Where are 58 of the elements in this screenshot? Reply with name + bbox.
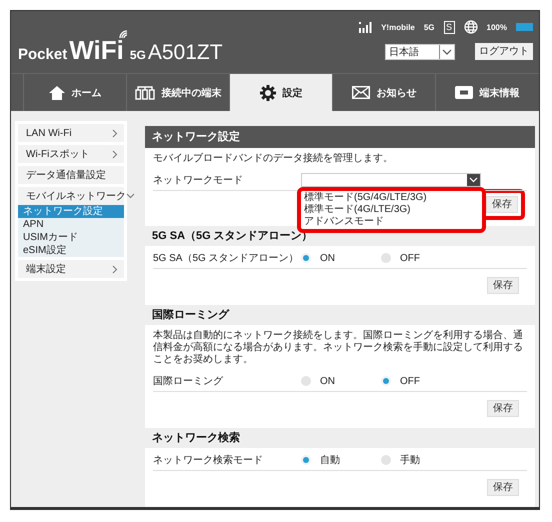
device-icon bbox=[454, 86, 472, 100]
sidebar-subitem[interactable]: USIMカード bbox=[18, 231, 124, 244]
radio-label: 自動 bbox=[320, 454, 340, 467]
envelope-icon bbox=[352, 86, 370, 100]
save-button[interactable]: 保存 bbox=[487, 277, 519, 294]
sidebar-subitem[interactable]: APN bbox=[18, 218, 124, 231]
home-icon bbox=[48, 85, 64, 100]
radio-label: OFF bbox=[400, 252, 420, 264]
radio-label: ON bbox=[320, 376, 335, 386]
nav-tab[interactable]: 設定 bbox=[229, 74, 332, 111]
settings-icon bbox=[260, 84, 276, 101]
dropdown-option[interactable]: 標準モード(4G/LTE/3G) bbox=[304, 204, 479, 216]
nav-tab[interactable]: ホーム bbox=[23, 74, 126, 111]
setting-label: 5G SA（5G スタンドアローン） bbox=[153, 252, 300, 264]
setting-label: ネットワークモード bbox=[153, 174, 244, 186]
sidebar-item[interactable]: データ通信量設定 bbox=[18, 166, 124, 184]
section-description: 本製品は自動的にネットワーク接続をします。国際ローミングを利用する場合、通信料金が高額になる場合があります。ネットワーク検索を手動に設定して利用することをお奨めします。 bbox=[153, 328, 524, 367]
section-title: 国際ローミング bbox=[145, 305, 535, 325]
section-description: モバイルブロードバンドのデータ接続を管理します。 bbox=[153, 152, 394, 166]
radio-button[interactable] bbox=[301, 455, 311, 465]
language-select[interactable]: 日本語 bbox=[385, 44, 455, 60]
sidebar-subitem[interactable]: eSIM設定 bbox=[18, 244, 124, 257]
radio-button[interactable] bbox=[381, 253, 391, 263]
radio-button[interactable] bbox=[381, 455, 391, 465]
save-button[interactable]: 保存 bbox=[487, 479, 519, 496]
radio-label: OFF bbox=[400, 376, 420, 386]
logo-prefix: Pocket bbox=[18, 46, 68, 63]
radio-label: ON bbox=[320, 252, 335, 264]
carrier-name: Y!mobile bbox=[381, 22, 415, 32]
network-mode-select[interactable] bbox=[301, 173, 481, 187]
logout-button[interactable]: ログアウト bbox=[475, 43, 533, 60]
nav-tab[interactable]: 端末情報 bbox=[435, 74, 538, 111]
setting-label: 国際ローミング bbox=[153, 374, 224, 388]
logo-wordmark: WiFi bbox=[69, 35, 124, 66]
radio-label: 手動 bbox=[400, 454, 420, 467]
sim-indicator: S bbox=[444, 20, 455, 34]
globe-icon bbox=[464, 20, 478, 34]
model-name: A501ZT bbox=[148, 41, 223, 65]
wifi-arc-icon bbox=[118, 29, 128, 39]
battery-percent: 100% bbox=[486, 22, 507, 32]
dropdown-option[interactable]: アドバンスモード bbox=[304, 216, 479, 228]
radio-button[interactable] bbox=[381, 376, 391, 386]
radio-button[interactable] bbox=[301, 253, 311, 263]
dropdown-option[interactable]: 標準モード(5G/4G/LTE/3G) bbox=[304, 192, 479, 204]
signal-icon bbox=[359, 22, 372, 32]
section-title: ネットワーク検索 bbox=[145, 428, 535, 448]
save-button[interactable]: 保存 bbox=[486, 196, 518, 213]
battery-icon bbox=[516, 23, 533, 31]
setting-label: ネットワーク検索モード bbox=[153, 454, 264, 466]
save-button[interactable]: 保存 bbox=[487, 400, 519, 417]
caret-icon bbox=[439, 44, 454, 58]
section-title: ネットワーク設定 bbox=[145, 126, 535, 148]
devices-icon bbox=[134, 85, 154, 100]
sidebar-subitem[interactable]: ネットワーク設定 bbox=[18, 205, 124, 218]
logo-suffix: 5G bbox=[130, 48, 146, 62]
network-type: 5G bbox=[424, 22, 435, 32]
nav-tab[interactable]: お知らせ bbox=[332, 74, 435, 111]
radio-button[interactable] bbox=[301, 376, 311, 386]
